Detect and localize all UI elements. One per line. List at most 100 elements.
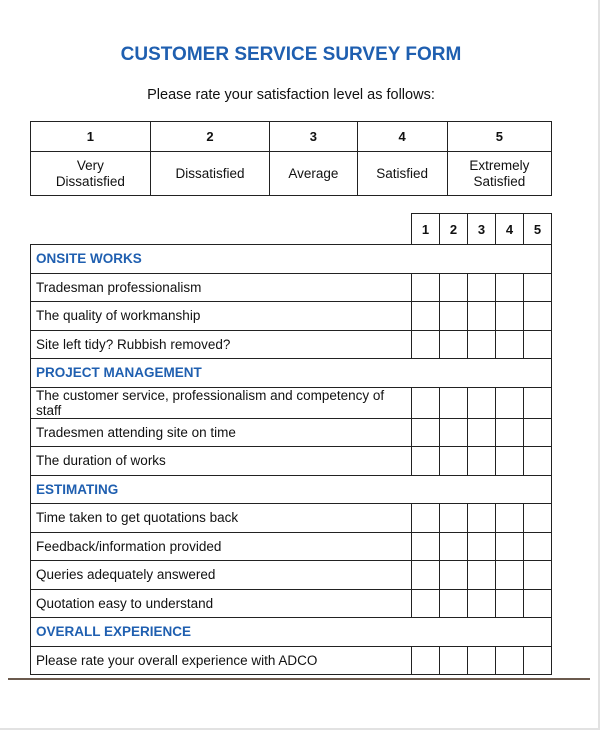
rating-cell-3[interactable]	[467, 503, 496, 533]
question-text: Tradesman professionalism	[30, 272, 412, 302]
rating-cell-5[interactable]	[523, 386, 552, 419]
rating-cell-2[interactable]	[439, 386, 468, 419]
rating-column-header: 1	[411, 213, 440, 245]
rating-cell-3[interactable]	[467, 301, 496, 331]
question-text: The quality of workmanship	[30, 301, 412, 331]
rating-cell-1[interactable]	[411, 531, 440, 561]
rating-cell-5[interactable]	[523, 531, 552, 561]
rating-cell-1[interactable]	[411, 503, 440, 533]
rating-cell-4[interactable]	[495, 417, 524, 447]
question-text: Feedback/information provided	[30, 531, 412, 561]
rating-cell-4[interactable]	[495, 386, 524, 419]
rating-cell-5[interactable]	[523, 446, 552, 476]
scale-label: Average	[269, 151, 358, 196]
rating-cell-2[interactable]	[439, 645, 468, 675]
rating-cell-4[interactable]	[495, 531, 524, 561]
scale-label: Satisfied	[356, 151, 448, 196]
section-header-row: ONSITE WORKS	[30, 244, 552, 274]
rating-cell-3[interactable]	[467, 560, 496, 590]
rating-cell-4[interactable]	[495, 301, 524, 331]
section-header-row: ESTIMATING	[30, 474, 552, 504]
rating-cell-4[interactable]	[495, 329, 524, 359]
scale-label-line: Extremely	[469, 157, 530, 173]
question-text: Quotation easy to understand	[30, 588, 412, 618]
question-row: Tradesman professionalism	[30, 272, 552, 302]
rating-cell-2[interactable]	[439, 531, 468, 561]
question-text: Time taken to get quotations back	[30, 503, 412, 533]
rating-cell-5[interactable]	[523, 588, 552, 618]
rating-cell-1[interactable]	[411, 446, 440, 476]
rating-cell-4[interactable]	[495, 503, 524, 533]
question-row: Please rate your overall experience with…	[30, 645, 552, 675]
rating-cell-3[interactable]	[467, 329, 496, 359]
question-text: The customer service, professionalism an…	[30, 386, 412, 419]
scale-value: 1	[30, 121, 151, 152]
rating-cell-4[interactable]	[495, 446, 524, 476]
rating-cell-1[interactable]	[411, 386, 440, 419]
rating-header-row: 1 2 3 4 5	[30, 213, 552, 245]
scale-label: Dissatisfied	[149, 151, 271, 196]
header-spacer	[30, 213, 412, 245]
question-text: Site left tidy? Rubbish removed?	[30, 329, 412, 359]
rating-cell-4[interactable]	[495, 588, 524, 618]
scale-value: 3	[269, 121, 358, 152]
rating-cell-5[interactable]	[523, 272, 552, 302]
rating-cell-5[interactable]	[523, 560, 552, 590]
scale-label-line: Dissatisfied	[55, 173, 125, 189]
rating-scale-legend: 1 2 3 4 5 Very Dissatisfied Dissatisfied …	[30, 121, 553, 196]
rating-cell-3[interactable]	[467, 446, 496, 476]
rating-cell-2[interactable]	[439, 417, 468, 447]
scale-label: Extremely Satisfied	[446, 151, 553, 196]
question-row: The quality of workmanship	[30, 301, 552, 331]
rating-column-header: 3	[467, 213, 496, 245]
rating-cell-3[interactable]	[467, 417, 496, 447]
rating-cell-2[interactable]	[439, 446, 468, 476]
rating-cell-1[interactable]	[411, 301, 440, 331]
question-row: The duration of works	[30, 446, 552, 476]
rating-cell-4[interactable]	[495, 560, 524, 590]
section-title: OVERALL EXPERIENCE	[30, 617, 552, 647]
rating-cell-3[interactable]	[467, 588, 496, 618]
form-title: CUSTOMER SERVICE SURVEY FORM	[120, 44, 462, 65]
rating-cell-2[interactable]	[439, 301, 468, 331]
scale-label-line: Very	[76, 157, 104, 173]
scale-value: 4	[356, 121, 448, 152]
page-bottom-divider	[8, 678, 590, 680]
rating-cell-5[interactable]	[523, 329, 552, 359]
question-text: Tradesmen attending site on time	[30, 417, 412, 447]
survey-table: 1 2 3 4 5 ONSITE WORKS Tradesman professi…	[30, 213, 552, 675]
rating-cell-5[interactable]	[523, 645, 552, 675]
question-row: Quotation easy to understand	[30, 588, 552, 618]
rating-cell-5[interactable]	[523, 503, 552, 533]
rating-cell-2[interactable]	[439, 560, 468, 590]
rating-cell-2[interactable]	[439, 272, 468, 302]
rating-cell-5[interactable]	[523, 417, 552, 447]
rating-cell-5[interactable]	[523, 301, 552, 331]
rating-cell-2[interactable]	[439, 588, 468, 618]
rating-cell-1[interactable]	[411, 560, 440, 590]
section-title: ONSITE WORKS	[30, 244, 552, 274]
rating-cell-2[interactable]	[439, 503, 468, 533]
question-text: Please rate your overall experience with…	[30, 645, 412, 675]
rating-cell-2[interactable]	[439, 329, 468, 359]
question-text: Queries adequately answered	[30, 560, 412, 590]
section-title: ESTIMATING	[30, 474, 552, 504]
scale-label-line: Satisfied	[473, 173, 526, 189]
rating-cell-3[interactable]	[467, 272, 496, 302]
rating-cell-1[interactable]	[411, 272, 440, 302]
section-header-row: OVERALL EXPERIENCE	[30, 617, 552, 647]
rating-cell-3[interactable]	[467, 386, 496, 419]
rating-cell-4[interactable]	[495, 272, 524, 302]
rating-cell-1[interactable]	[411, 329, 440, 359]
rating-column-header: 5	[523, 213, 552, 245]
rating-cell-3[interactable]	[467, 531, 496, 561]
rating-cell-3[interactable]	[467, 645, 496, 675]
section-header-row: PROJECT MANAGEMENT	[30, 358, 552, 388]
question-row: Tradesmen attending site on time	[30, 417, 552, 447]
rating-cell-4[interactable]	[495, 645, 524, 675]
rating-cell-1[interactable]	[411, 417, 440, 447]
rating-cell-1[interactable]	[411, 588, 440, 618]
scale-value: 5	[446, 121, 553, 152]
scale-label: Very Dissatisfied	[30, 151, 151, 196]
rating-cell-1[interactable]	[411, 645, 440, 675]
